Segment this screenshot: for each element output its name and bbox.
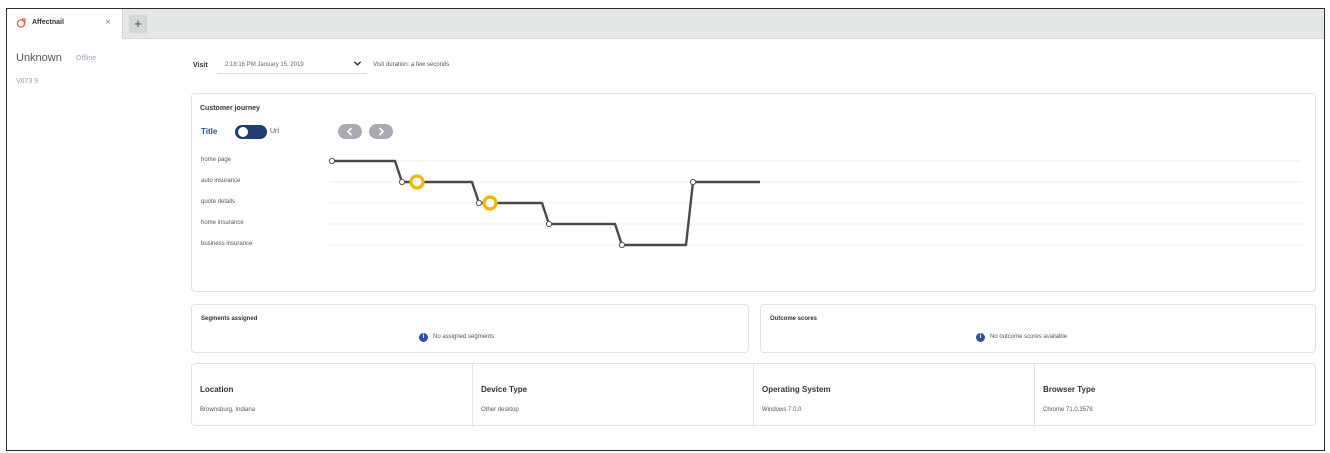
detail-label: Location: [200, 385, 234, 394]
tab-title: Affectnail: [32, 19, 64, 26]
detail-operating-system: Operating System Windows 7.0.0: [753, 364, 1034, 427]
info-icon: i: [419, 333, 428, 342]
journey-point[interactable]: [545, 220, 553, 228]
info-icon: i: [976, 333, 985, 342]
outcome-scores-card: Outcome scores i No outcome scores avail…: [760, 304, 1316, 353]
segments-card: Segments assigned i No assigned segments: [191, 304, 749, 353]
detail-value: Chrome 71.0.3578: [1043, 407, 1093, 413]
tab-bar: Affectnail × +: [7, 9, 1324, 39]
ab-test-logo-icon: [16, 18, 26, 28]
app-window: Affectnail × + Unknown Offline V673 9 Vi…: [6, 8, 1325, 451]
visit-select[interactable]: 2:18:16 PM January 15, 2019: [217, 55, 367, 74]
visitor-status: Offline: [76, 55, 97, 62]
new-tab-button[interactable]: +: [129, 15, 147, 33]
journey-point[interactable]: [689, 178, 697, 186]
journey-path-chart: [328, 157, 1302, 249]
outcome-scores-message: No outcome scores available: [990, 334, 1068, 340]
journey-gridlines: [330, 160, 1302, 246]
visit-select-value: 2:18:16 PM January 15, 2019: [225, 62, 304, 68]
journey-highlight-point[interactable]: [409, 174, 425, 190]
segments-title: Segments assigned: [201, 316, 258, 322]
visit-details-card: Location Brownsburg, Indiana Device Type…: [191, 363, 1316, 427]
detail-value: Brownsburg, Indiana: [200, 407, 256, 413]
visit-duration: Visit duration: a few seconds: [373, 62, 450, 68]
detail-device-type: Device Type Other desktop: [472, 364, 753, 427]
customer-journey-card: Customer journey Title Url home page aut…: [191, 93, 1316, 292]
visitor-name: Unknown: [16, 52, 62, 64]
chevron-down-icon: [353, 61, 362, 66]
visitor-id: V673 9: [16, 78, 39, 85]
detail-label: Operating System: [762, 385, 831, 394]
detail-browser-type: Browser Type Chrome 71.0.3578: [1034, 364, 1315, 427]
tab-active[interactable]: Affectnail ×: [7, 9, 123, 39]
journey-point[interactable]: [618, 241, 626, 249]
journey-point[interactable]: [328, 157, 336, 165]
tab-close-icon[interactable]: ×: [105, 17, 111, 29]
journey-highlight-point[interactable]: [482, 195, 498, 211]
detail-location: Location Brownsburg, Indiana: [192, 364, 472, 427]
visit-label: Visit: [193, 62, 208, 69]
journey-point[interactable]: [398, 178, 406, 186]
detail-value: Other desktop: [481, 407, 519, 413]
segments-message: No assigned segments: [433, 334, 495, 340]
outcome-scores-title: Outcome scores: [770, 316, 818, 322]
detail-label: Device Type: [481, 385, 528, 394]
journey-point[interactable]: [475, 199, 483, 207]
detail-value: Windows 7.0.0: [762, 407, 802, 413]
detail-label: Browser Type: [1043, 385, 1096, 394]
